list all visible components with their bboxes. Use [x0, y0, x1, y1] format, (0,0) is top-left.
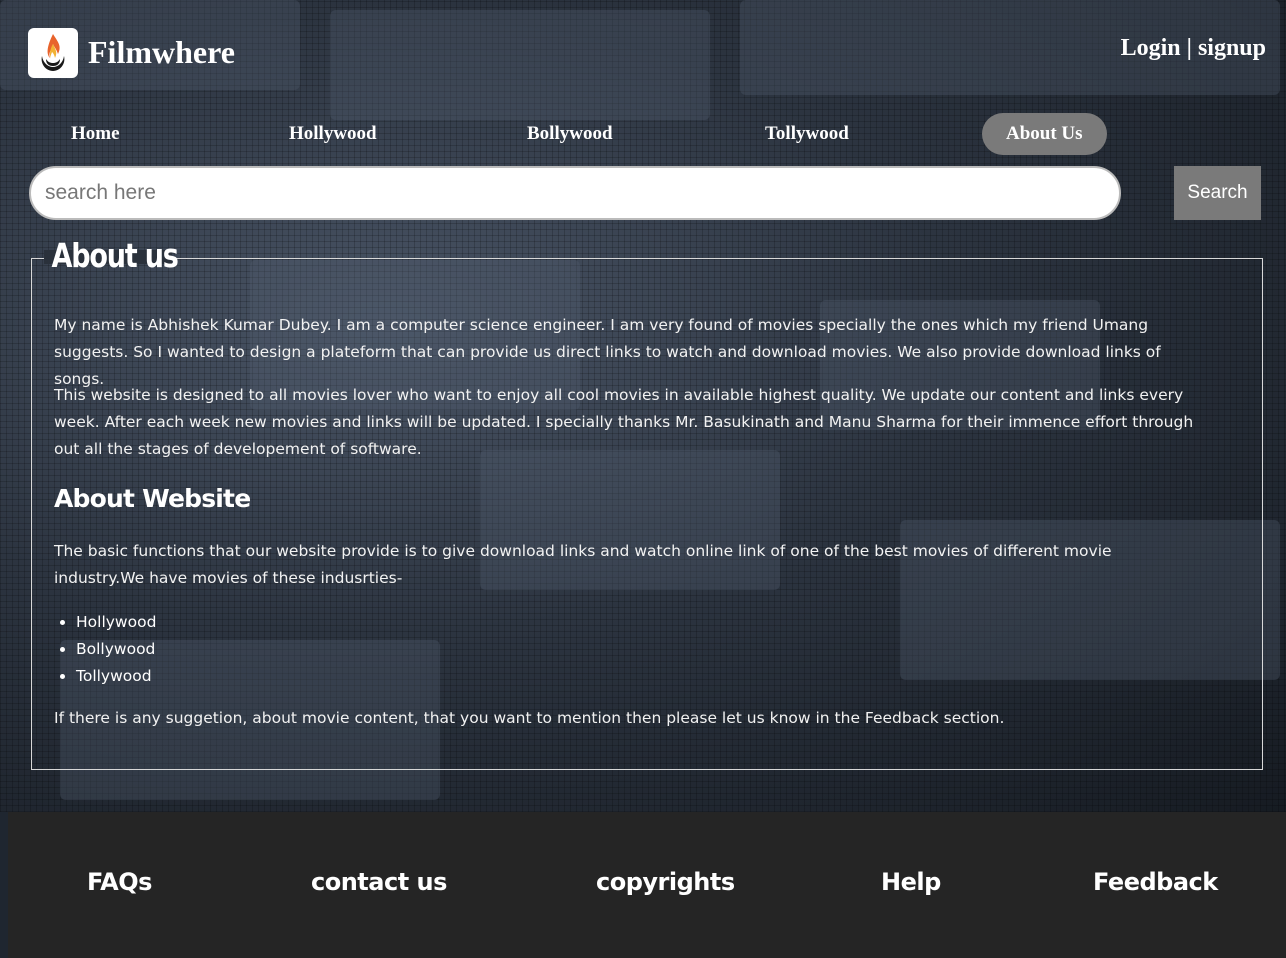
industry-list: Hollywood Bollywood Tollywood — [54, 609, 156, 690]
nav-about-us[interactable]: About Us — [982, 113, 1107, 155]
list-item: Bollywood — [76, 636, 156, 663]
site-logo[interactable] — [28, 28, 78, 78]
main-nav: Home Hollywood Bollywood Tollywood About… — [0, 113, 1286, 155]
flame-logo-icon — [41, 34, 65, 71]
nav-tollywood[interactable]: Tollywood — [741, 113, 873, 155]
footer-help-link[interactable]: Help — [881, 868, 941, 896]
about-paragraph-1: My name is Abhishek Kumar Dubey. I am a … — [54, 316, 1161, 388]
auth-links: Login | signup — [1121, 35, 1266, 62]
list-item: Tollywood — [76, 663, 156, 690]
about-website-heading: About Website — [54, 484, 251, 513]
signup-link[interactable]: signup — [1198, 35, 1266, 61]
about-paragraph-2: This website is designed to all movies l… — [54, 386, 1194, 458]
footer-faqs-link[interactable]: FAQs — [87, 868, 152, 896]
auth-separator: | — [1186, 35, 1192, 61]
about-title: About us — [51, 236, 179, 275]
nav-home[interactable]: Home — [47, 113, 144, 155]
list-item: Hollywood — [76, 609, 156, 636]
footer-contact-link[interactable]: contact us — [311, 868, 447, 896]
footer-feedback-link[interactable]: Feedback — [1093, 868, 1218, 896]
about-paragraph-3: The basic functions that our website pro… — [54, 542, 1112, 587]
login-link[interactable]: Login — [1121, 35, 1181, 61]
brand-name[interactable]: Filmwhere — [88, 34, 235, 71]
footer-copyrights-link[interactable]: copyrights — [596, 868, 735, 896]
nav-hollywood[interactable]: Hollywood — [265, 113, 401, 155]
about-paragraph-4: If there is any suggetion, about movie c… — [54, 709, 1005, 727]
search-button[interactable]: Search — [1174, 166, 1261, 220]
nav-bollywood[interactable]: Bollywood — [503, 113, 637, 155]
search-input[interactable] — [29, 166, 1121, 220]
